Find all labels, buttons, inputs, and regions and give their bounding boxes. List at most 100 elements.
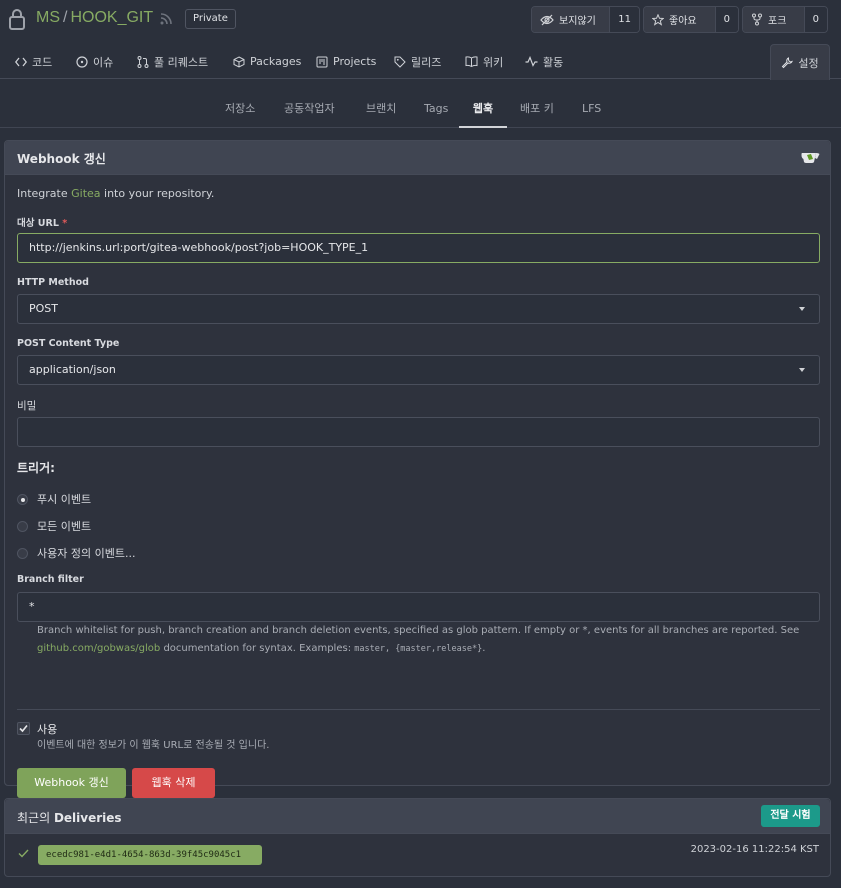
tab-activity[interactable]: 활동 bbox=[525, 44, 563, 79]
intro-suffix: into your repository. bbox=[100, 187, 215, 200]
settings-tab-lfs[interactable]: LFS bbox=[582, 92, 601, 128]
tab-issues-label: 이슈 bbox=[93, 55, 114, 69]
star-button[interactable]: 좋아요 bbox=[644, 7, 715, 32]
tab-code[interactable]: 코드 bbox=[15, 44, 52, 79]
trigger-push-option[interactable]: 푸시 이벤트 bbox=[17, 491, 91, 507]
delivery-id-badge[interactable]: ecedc981-e4d1-4654-863d-39f45c9045c1 bbox=[38, 845, 262, 865]
settings-nav: 저장소 공동작업자 브랜치 Tags 웹훅 배포 키 LFS bbox=[0, 92, 841, 128]
webhook-intro: Integrate Gitea into your repository. bbox=[17, 187, 214, 200]
code-icon bbox=[15, 57, 27, 66]
test-delivery-button[interactable]: 전달 시험 bbox=[761, 805, 820, 827]
http-method-label: HTTP Method bbox=[17, 277, 89, 288]
glob-docs-link[interactable]: github.com/gobwas/glob bbox=[37, 643, 160, 654]
star-button-group: 좋아요 0 bbox=[643, 6, 739, 33]
trigger-custom-option[interactable]: 사용자 정의 이벤트... bbox=[17, 545, 135, 561]
fork-button-group: 포크 0 bbox=[742, 6, 828, 33]
success-check-icon bbox=[18, 849, 29, 858]
help-text-2: documentation for syntax. Examples: bbox=[160, 643, 355, 654]
content-type-select[interactable]: application/json bbox=[17, 355, 820, 385]
repo-separator: / bbox=[63, 9, 68, 26]
radio-unchecked-icon bbox=[17, 520, 28, 532]
trigger-custom-label: 사용자 정의 이벤트... bbox=[37, 547, 136, 560]
secret-input[interactable] bbox=[17, 417, 820, 447]
eye-slash-icon bbox=[540, 14, 554, 25]
webhook-form-header: Webhook 갱신 bbox=[5, 141, 830, 175]
settings-tab-repository[interactable]: 저장소 bbox=[225, 92, 255, 128]
lock-icon bbox=[9, 9, 25, 30]
webhook-form-title: Webhook 갱신 bbox=[17, 152, 106, 166]
watch-label: 보지않기 bbox=[559, 16, 596, 27]
required-mark: * bbox=[62, 218, 68, 229]
tab-pull-requests-label: 풀 리퀘스트 bbox=[154, 55, 209, 69]
tab-issues[interactable]: 이슈 bbox=[76, 44, 113, 79]
recent-deliveries-header: 최근의 Deliveries 전달 시험 bbox=[5, 799, 830, 834]
tab-settings[interactable]: 설정 bbox=[770, 44, 830, 80]
tab-releases[interactable]: 릴리즈 bbox=[394, 44, 441, 79]
private-badge: Private bbox=[185, 9, 236, 29]
help-end: . bbox=[482, 643, 486, 654]
settings-tab-deploy-keys[interactable]: 배포 키 bbox=[520, 92, 554, 128]
delete-webhook-button[interactable]: 웹훅 삭제 bbox=[132, 768, 215, 798]
project-board-icon bbox=[316, 56, 328, 67]
settings-tab-webhooks[interactable]: 웹훅 bbox=[459, 92, 507, 128]
tab-projects-label: Projects bbox=[333, 55, 377, 68]
active-description: 이벤트에 대한 정보가 이 웹훅 URL로 전송될 것 입니다. bbox=[37, 740, 270, 751]
tab-code-label: 코드 bbox=[32, 55, 53, 69]
star-count[interactable]: 0 bbox=[714, 7, 738, 32]
repo-name-link[interactable]: HOOK_GIT bbox=[70, 9, 153, 26]
tab-activity-label: 활동 bbox=[543, 55, 564, 69]
help-text-1: Branch whitelist for push, branch creati… bbox=[37, 625, 800, 636]
settings-tab-collaborators[interactable]: 공동작업자 bbox=[284, 92, 335, 128]
repo-header: MS / HOOK_GIT Private 보지않기 11 좋아요 0 포크 0 bbox=[0, 0, 841, 40]
dropdown-caret-icon bbox=[799, 368, 805, 372]
webhook-form-body: Integrate Gitea into your repository. 대상… bbox=[5, 175, 830, 798]
tab-settings-label: 설정 bbox=[798, 56, 819, 70]
target-url-label: 대상 URL * bbox=[17, 215, 67, 229]
delivery-timestamp: 2023-02-16 11:22:54 KST bbox=[690, 844, 819, 855]
branch-filter-help: Branch whitelist for push, branch creati… bbox=[37, 622, 817, 658]
book-icon bbox=[465, 56, 478, 67]
recent-deliveries-prefix: 최근의 bbox=[17, 811, 54, 825]
content-type-label: POST Content Type bbox=[17, 338, 120, 349]
repo-owner-link[interactable]: MS bbox=[36, 9, 60, 26]
tab-packages[interactable]: Packages bbox=[233, 44, 301, 79]
watch-count[interactable]: 11 bbox=[609, 7, 639, 32]
webhook-form-panel: Webhook 갱신 Integrate Gitea into your rep… bbox=[4, 140, 831, 798]
recent-deliveries-title: 최근의 Deliveries bbox=[17, 809, 122, 826]
active-checkbox[interactable] bbox=[17, 722, 30, 735]
trigger-all-option[interactable]: 모든 이벤트 bbox=[17, 518, 91, 534]
tab-pull-requests[interactable]: 풀 리퀘스트 bbox=[137, 44, 208, 79]
fork-icon bbox=[752, 13, 762, 26]
fork-count[interactable]: 0 bbox=[803, 7, 827, 32]
gitea-link[interactable]: Gitea bbox=[71, 187, 100, 200]
tab-wiki-label: 위키 bbox=[483, 55, 504, 69]
form-divider bbox=[17, 709, 820, 710]
tag-icon bbox=[394, 56, 406, 68]
wrench-icon bbox=[782, 56, 794, 68]
dropdown-caret-icon bbox=[799, 307, 805, 311]
http-method-select[interactable]: POST bbox=[17, 294, 820, 324]
fork-button[interactable]: 포크 bbox=[743, 7, 804, 32]
package-icon bbox=[233, 55, 245, 68]
update-webhook-button[interactable]: Webhook 갱신 bbox=[17, 768, 126, 798]
tab-projects[interactable]: Projects bbox=[316, 44, 376, 79]
trigger-all-label: 모든 이벤트 bbox=[37, 520, 92, 533]
settings-tab-branches[interactable]: 브랜치 bbox=[366, 92, 396, 128]
issue-icon bbox=[76, 55, 88, 68]
recent-deliveries-bold: Deliveries bbox=[53, 811, 122, 825]
watch-button-group: 보지않기 11 bbox=[531, 6, 640, 33]
settings-tab-tags[interactable]: Tags bbox=[424, 92, 448, 128]
pulse-icon bbox=[525, 56, 538, 67]
star-label: 좋아요 bbox=[669, 16, 697, 27]
watch-button[interactable]: 보지않기 bbox=[532, 7, 610, 32]
star-icon bbox=[652, 13, 664, 26]
branch-filter-input[interactable]: * bbox=[17, 592, 820, 622]
tab-wiki[interactable]: 위키 bbox=[465, 44, 503, 79]
target-url-label-text: 대상 URL bbox=[17, 218, 59, 229]
target-url-input[interactable]: http://jenkins.url:port/gitea-webhook/po… bbox=[17, 233, 820, 263]
pull-request-icon bbox=[137, 55, 149, 68]
tab-packages-label: Packages bbox=[250, 55, 302, 68]
gitea-logo-icon bbox=[801, 153, 820, 163]
repo-title: MS / HOOK_GIT bbox=[36, 9, 153, 27]
rss-icon[interactable] bbox=[159, 12, 173, 26]
